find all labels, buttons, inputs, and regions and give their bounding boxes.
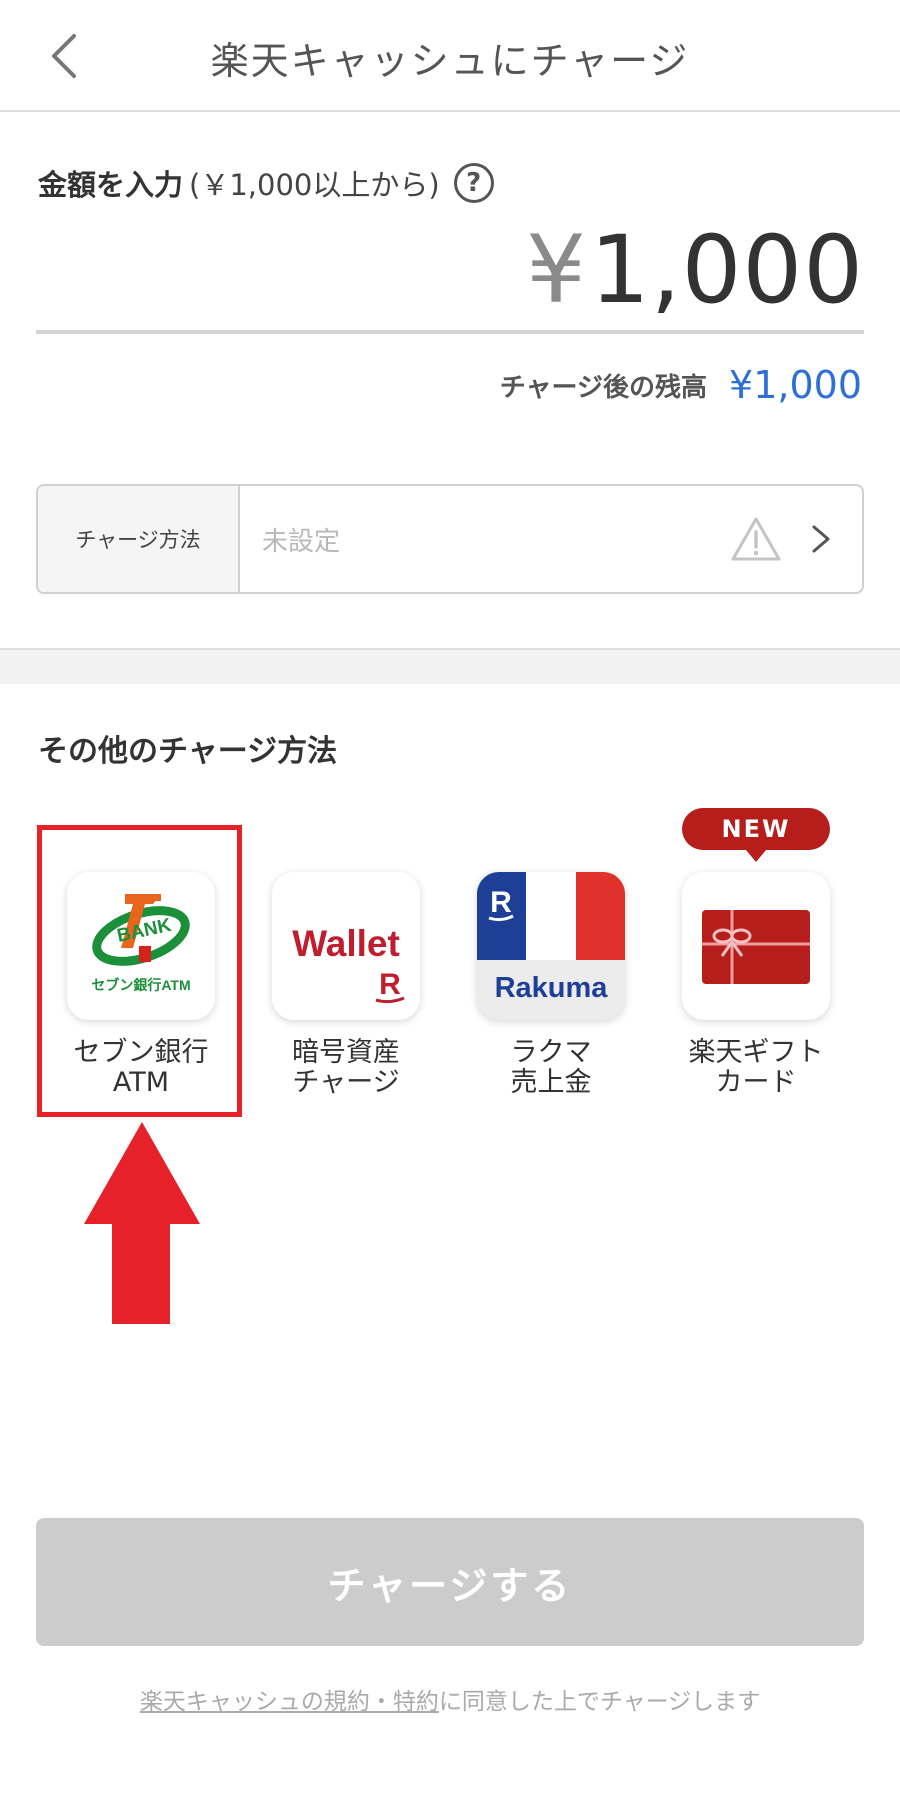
charge-method-label: チャージ方法 (38, 486, 240, 592)
balance-after-charge: チャージ後の残高 ¥1,000 (500, 360, 862, 410)
charge-submit-button[interactable]: チャージする (36, 1518, 864, 1646)
charge-method-selector[interactable]: チャージ方法 未設定 (36, 484, 864, 594)
amount-input[interactable]: ¥ 1,000 (36, 210, 864, 334)
terms-text: に同意した上でチャージします (438, 1689, 761, 1715)
charge-method-value: 未設定 (262, 526, 341, 557)
wallet-logo-mark: R (379, 968, 401, 1001)
header: 楽天キャッシュにチャージ (0, 0, 900, 112)
help-icon[interactable]: ? (453, 163, 494, 203)
amount-hint: (￥1,000以上から) (189, 168, 440, 202)
rakuma-logo-text: Rakuma (495, 972, 609, 1004)
rakuten-wallet-icon: Wallet R (272, 872, 420, 1020)
wallet-logo-text: Wallet (292, 923, 400, 964)
page-title: 楽天キャッシュにチャージ (210, 39, 690, 83)
other-methods-title: その他のチャージ方法 (38, 734, 338, 769)
amount-currency-symbol: ¥ (526, 215, 586, 325)
balance-value: ¥1,000 (729, 363, 862, 407)
option-label: 暗号資産 チャージ (292, 1037, 400, 1098)
new-badge: NEW (682, 808, 830, 862)
option-label: 楽天ギフト カード (688, 1037, 824, 1098)
warning-icon (731, 517, 781, 561)
gift-card-icon (682, 872, 830, 1020)
amount-value: 1,000 (589, 215, 864, 325)
arrow-up-icon (84, 1122, 200, 1324)
charge-method-value-cell: 未設定 (240, 486, 862, 592)
rakuma-icon: R Rakuma (477, 872, 625, 1020)
option-rakuten-gift-card[interactable]: 楽天ギフト カード (682, 872, 830, 1098)
terms-link[interactable]: 楽天キャッシュの規約・特約 (140, 1689, 439, 1715)
amount-label-row: 金額を入力 (￥1,000以上から) ? (38, 160, 494, 206)
amount-label: 金額を入力 (38, 168, 184, 202)
rakuma-logo-mark: R (490, 886, 512, 919)
chevron-right-icon (812, 525, 830, 553)
terms-notice: 楽天キャッシュの規約・特約に同意した上でチャージします (0, 1682, 900, 1716)
highlight-box (37, 825, 242, 1117)
section-divider (0, 648, 900, 684)
balance-label: チャージ後の残高 (499, 372, 708, 403)
page: 楽天キャッシュにチャージ 金額を入力 (￥1,000以上から) ? ¥ 1,00… (0, 0, 900, 1802)
option-rakuma-sales[interactable]: R Rakuma ラクマ 売上金 (477, 872, 625, 1098)
option-label: ラクマ 売上金 (510, 1037, 592, 1098)
option-crypto-charge[interactable]: Wallet R 暗号資産 チャージ (272, 872, 420, 1098)
